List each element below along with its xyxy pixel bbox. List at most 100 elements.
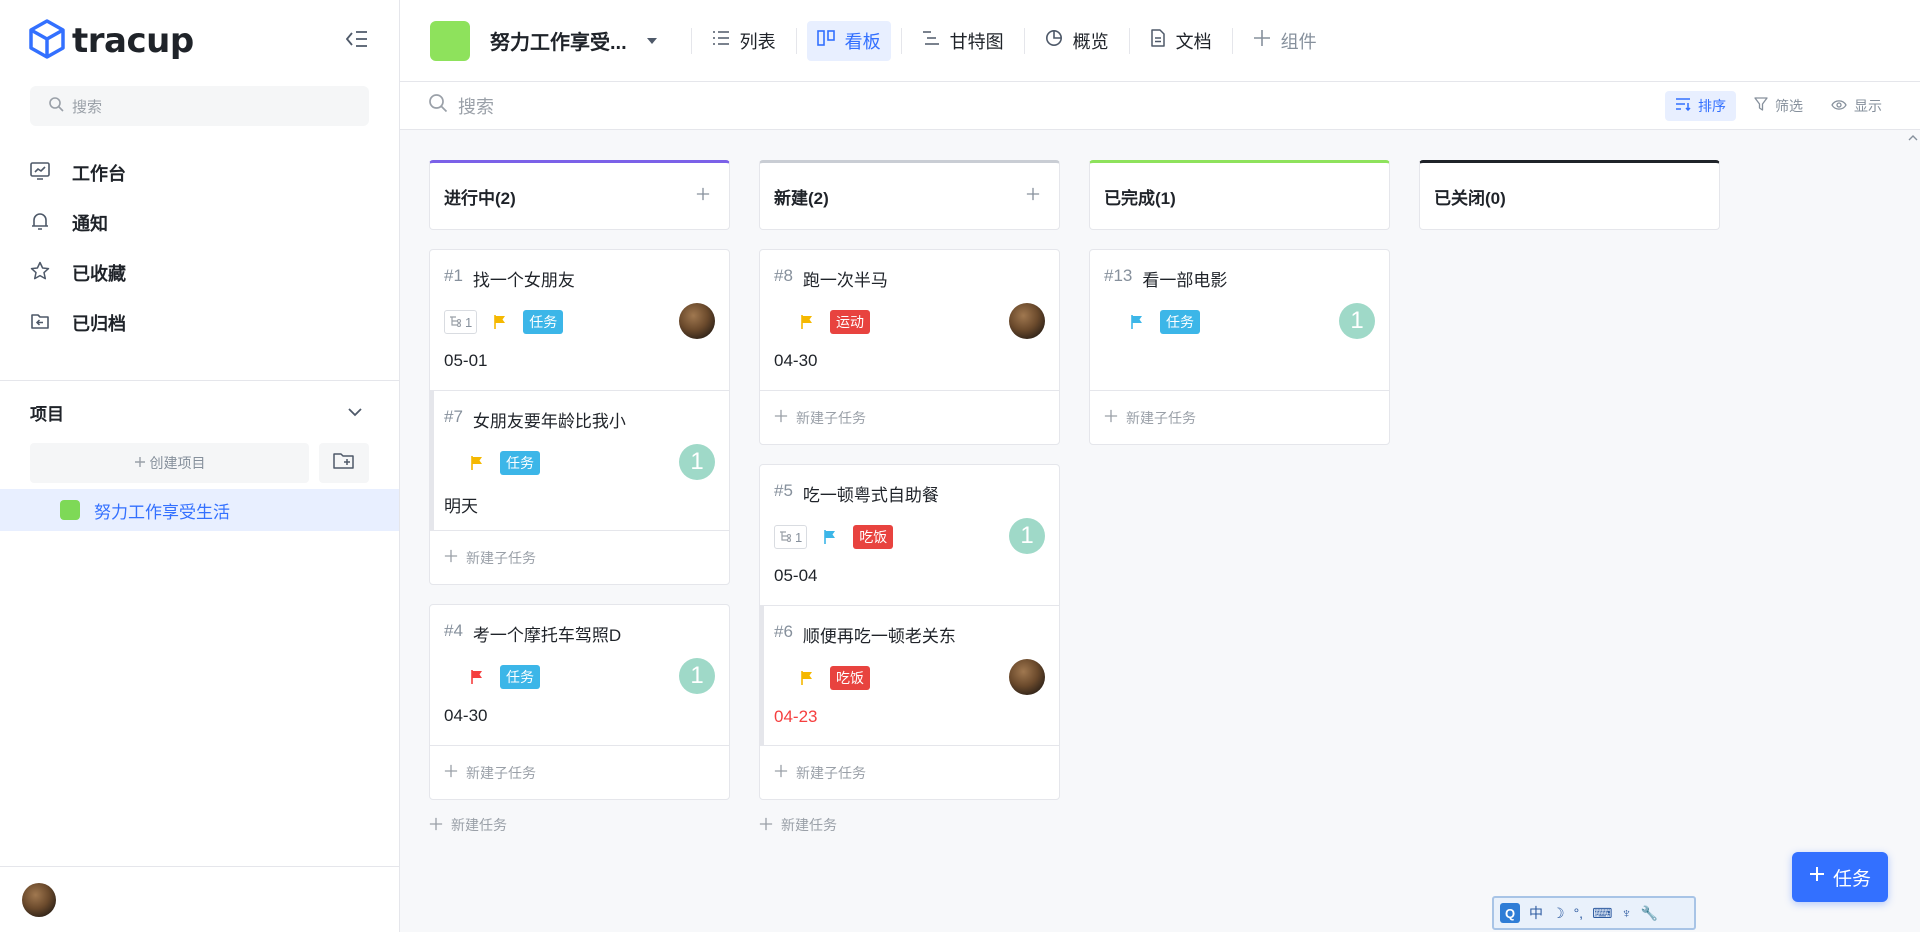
sidebar-item-notifications[interactable]: 通知 xyxy=(0,198,399,248)
task-type-tag[interactable]: 任务 xyxy=(500,665,540,689)
ime-item[interactable]: 中 xyxy=(1529,903,1543,923)
display-button[interactable]: 显示 xyxy=(1821,91,1892,121)
task-card[interactable]: #1 找一个女朋友 1 任务 05-01 xyxy=(430,250,729,390)
user-avatar[interactable] xyxy=(22,882,56,917)
sidebar-item-label: 工作台 xyxy=(72,164,126,184)
dashboard-icon xyxy=(30,161,50,186)
assignee-count-badge[interactable]: 1 xyxy=(679,658,715,694)
create-project-button[interactable]: 创建项目 xyxy=(30,443,309,483)
priority-flag-icon[interactable] xyxy=(466,666,488,688)
tab-overview[interactable]: 概览 xyxy=(1035,21,1119,61)
task-card[interactable]: #5 吃一顿粤式自助餐 1 吃饭 05-04 1 xyxy=(760,465,1059,605)
priority-flag-icon[interactable] xyxy=(466,452,488,474)
assignee-count-badge[interactable]: 1 xyxy=(1339,303,1375,339)
task-group: #8 跑一次半马 运动 04-30 新建子任务 xyxy=(759,249,1060,445)
task-assignee[interactable]: 1 xyxy=(679,658,715,694)
task-type-tag[interactable]: 吃饭 xyxy=(830,666,870,690)
ime-item[interactable]: °, xyxy=(1574,905,1584,921)
task-type-tag[interactable]: 吃饭 xyxy=(853,525,894,549)
column-header[interactable]: 已关闭(0) xyxy=(1419,160,1720,230)
add-subtask-label: 新建子任务 xyxy=(1126,409,1196,426)
tab-docs[interactable]: 文档 xyxy=(1140,21,1222,61)
task-assignee[interactable] xyxy=(1009,303,1045,339)
task-type-tag[interactable]: 运动 xyxy=(830,310,870,334)
project-switch-caret-icon[interactable] xyxy=(646,37,657,44)
tab-gantt[interactable]: 甘特图 xyxy=(912,21,1014,61)
task-assignee[interactable] xyxy=(1009,659,1045,695)
priority-flag-icon[interactable] xyxy=(489,311,511,333)
project-item-label: 努力工作享受生活 xyxy=(94,502,230,522)
task-card[interactable]: #13 看一部电影 任务 1 xyxy=(1090,250,1389,390)
assignee-avatar[interactable] xyxy=(1009,303,1045,339)
ime-item[interactable]: ☽ xyxy=(1552,905,1565,922)
ime-toolbar[interactable]: Q 中 ☽ °, ⌨ ♆ 🔧 xyxy=(1492,896,1696,930)
assignee-avatar[interactable] xyxy=(1009,659,1045,695)
subtask-count[interactable]: 1 xyxy=(444,310,478,334)
tracup-logo[interactable]: tracup xyxy=(28,18,194,64)
search-icon xyxy=(48,96,64,116)
add-subtask-button[interactable]: 新建子任务 xyxy=(760,390,1059,444)
add-subtask-button[interactable]: 新建子任务 xyxy=(430,745,729,799)
task-card[interactable]: #4 考一个摩托车驾照D 任务 04-30 1 xyxy=(430,605,729,745)
priority-flag-icon[interactable] xyxy=(796,667,818,689)
task-type-tag[interactable]: 任务 xyxy=(523,310,564,334)
ime-item[interactable]: 🔧 xyxy=(1641,905,1658,922)
task-assignee[interactable] xyxy=(679,303,715,339)
task-title-row: #4 考一个摩托车驾照D xyxy=(444,621,715,646)
add-subtask-button[interactable]: 新建子任务 xyxy=(1090,390,1389,444)
assignee-avatar[interactable] xyxy=(679,303,715,339)
collapse-sidebar-button[interactable] xyxy=(343,27,371,55)
task-type-tag[interactable]: 任务 xyxy=(1160,310,1200,334)
column-header[interactable]: 已完成(1) xyxy=(1089,160,1390,230)
chevron-down-icon[interactable] xyxy=(347,402,363,422)
column-title: 进行中(2) xyxy=(444,188,516,208)
assignee-count-badge[interactable]: 1 xyxy=(1009,518,1045,554)
task-title: 顺便再吃一顿老关东 xyxy=(802,627,956,646)
new-folder-button[interactable] xyxy=(319,443,369,483)
sidebar-item-archived[interactable]: 已归档 xyxy=(0,298,399,348)
ime-item[interactable]: ⌨ xyxy=(1592,905,1612,922)
add-component-button[interactable]: 组件 xyxy=(1243,21,1327,61)
add-task-to-column-button[interactable] xyxy=(691,184,715,208)
view-divider xyxy=(1023,27,1025,54)
task-card[interactable]: #8 跑一次半马 运动 04-30 xyxy=(760,250,1059,390)
add-subtask-button[interactable]: 新建子任务 xyxy=(430,530,729,584)
sidebar-search-input[interactable]: 搜索 xyxy=(30,86,369,126)
new-task-fab[interactable]: 任务 xyxy=(1792,852,1888,902)
assignee-count-badge[interactable]: 1 xyxy=(679,444,715,480)
task-card[interactable]: #7 女朋友要年龄比我小 任务 明天 1 xyxy=(430,390,729,530)
board-search-input[interactable]: 搜索 xyxy=(428,93,494,119)
task-assignee[interactable]: 1 xyxy=(1009,518,1045,554)
subtask-count[interactable]: 1 xyxy=(774,525,808,549)
ime-logo-icon[interactable]: Q xyxy=(1500,903,1520,923)
task-type-tag[interactable]: 任务 xyxy=(500,451,540,475)
scrollbar[interactable] xyxy=(1906,130,1920,932)
filter-button[interactable]: 筛选 xyxy=(1744,91,1813,121)
add-task-button[interactable]: 新建任务 xyxy=(759,810,1060,840)
task-assignee[interactable]: 1 xyxy=(1339,303,1375,339)
add-task-to-column-button[interactable] xyxy=(1021,184,1045,208)
task-due-date: 04-23 xyxy=(774,707,818,726)
projects-header[interactable]: 项目 xyxy=(0,381,399,443)
task-card[interactable]: #6 顺便再吃一顿老关东 吃饭 04-23 xyxy=(760,605,1059,745)
project-item[interactable]: 努力工作享受生活 xyxy=(0,489,399,531)
sort-button[interactable]: 排序 xyxy=(1665,90,1736,121)
tab-kanban[interactable]: 看板 xyxy=(806,20,891,61)
add-subtask-button[interactable]: 新建子任务 xyxy=(760,745,1059,799)
add-task-button[interactable]: 新建任务 xyxy=(429,810,730,840)
sidebar-item-workbench[interactable]: 工作台 xyxy=(0,148,399,198)
task-title-row: #7 女朋友要年龄比我小 xyxy=(444,407,715,432)
column-header[interactable]: 新建(2) xyxy=(759,160,1060,230)
sidebar-item-label: 通知 xyxy=(72,214,108,234)
project-color-dot xyxy=(60,500,80,520)
project-title[interactable]: 努力工作享受... xyxy=(490,26,627,55)
priority-flag-icon[interactable] xyxy=(796,311,818,333)
priority-flag-icon[interactable] xyxy=(819,526,841,548)
priority-flag-icon[interactable] xyxy=(1126,311,1148,333)
task-meta: 吃饭 xyxy=(774,663,1045,693)
tab-list[interactable]: 列表 xyxy=(702,21,786,61)
task-assignee[interactable]: 1 xyxy=(679,444,715,480)
column-header[interactable]: 进行中(2) xyxy=(429,160,730,230)
sidebar-item-favorites[interactable]: 已收藏 xyxy=(0,248,399,298)
ime-item[interactable]: ♆ xyxy=(1621,905,1632,921)
